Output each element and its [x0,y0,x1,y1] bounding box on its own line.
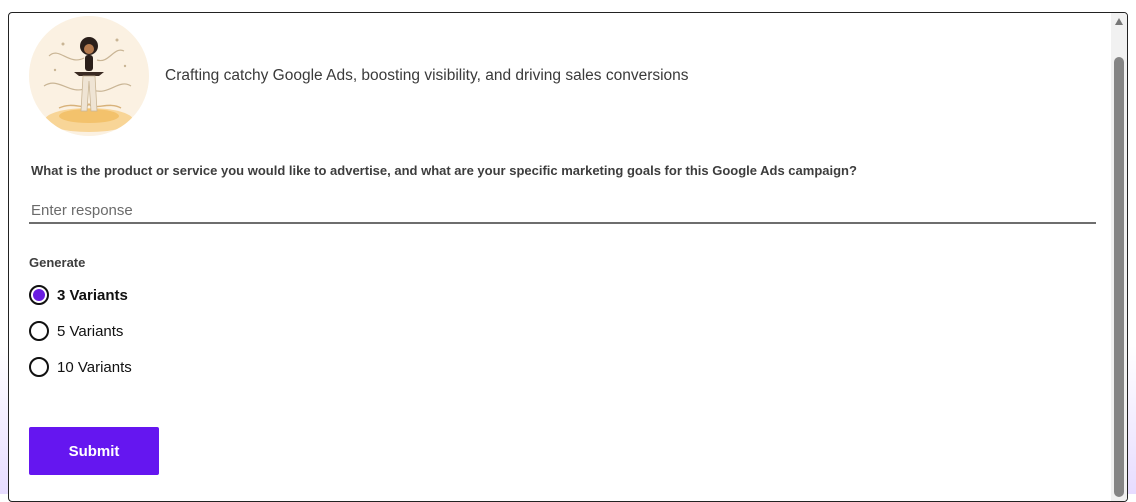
radio-label: 5 Variants [57,322,124,340]
illustrated-woman-avatar-icon [29,16,149,136]
radio-option-3-variants[interactable]: 3 Variants [29,285,128,305]
scrollbar-thumb[interactable] [1114,57,1124,497]
radio-button[interactable] [29,321,49,341]
scroll-up-arrow-icon[interactable] [1115,18,1123,25]
submit-button[interactable]: Submit [29,427,159,475]
tagline: Crafting catchy Google Ads, boosting vis… [165,67,689,84]
radio-button[interactable] [29,357,49,377]
radio-label: 3 Variants [57,286,128,304]
avatar [29,16,149,136]
vertical-scrollbar[interactable] [1111,13,1127,501]
response-input[interactable] [29,198,1096,224]
radio-option-5-variants[interactable]: 5 Variants [29,321,123,341]
radio-button-checked[interactable] [29,285,49,305]
radio-label: 10 Variants [57,358,132,376]
radio-option-10-variants[interactable]: 10 Variants [29,357,132,377]
form-card: Crafting catchy Google Ads, boosting vis… [8,12,1128,502]
generate-label: Generate [29,255,86,270]
question-label: What is the product or service you would… [31,163,857,178]
